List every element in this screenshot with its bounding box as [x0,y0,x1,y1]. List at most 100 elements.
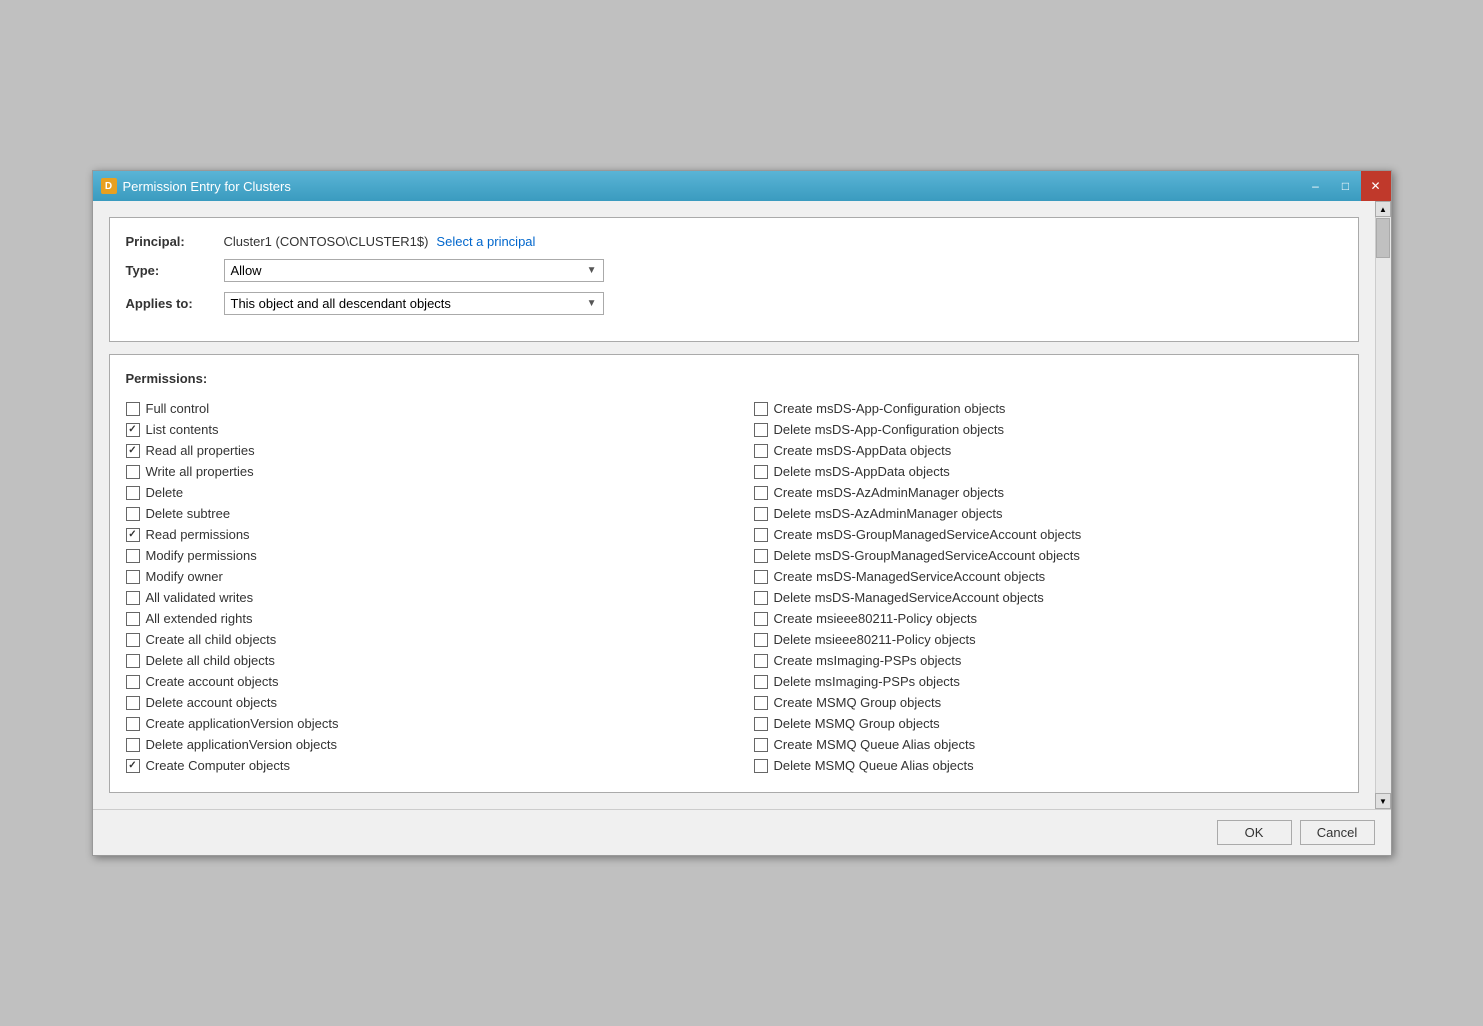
checkbox-delete-subtree[interactable] [126,507,140,521]
checkbox-row: Delete msDS-AzAdminManager objects [754,503,1342,524]
checkbox-label: Delete MSMQ Queue Alias objects [774,758,974,773]
checkbox-modify-permissions[interactable] [126,549,140,563]
checkbox-label: Delete msDS-GroupManagedServiceAccount o… [774,548,1080,563]
checkbox-all-extended-rights[interactable] [126,612,140,626]
checkbox-create-msimaging-psps-objects[interactable] [754,654,768,668]
permissions-label: Permissions: [126,371,1342,386]
checkbox-row: Delete msDS-App-Configuration objects [754,419,1342,440]
checkbox-create-msds-app-configuration-[interactable] [754,402,768,416]
checkbox-delete-msds-managedserviceacco[interactable] [754,591,768,605]
checkbox-label: All extended rights [146,611,253,626]
checkbox-all-validated-writes[interactable] [126,591,140,605]
checkbox-delete-applicationversion-objects[interactable] [126,738,140,752]
checkbox-delete-msds-groupmanagedservic[interactable] [754,549,768,563]
checkbox-create-account-objects[interactable] [126,675,140,689]
checkbox-row: Delete applicationVersion objects [126,734,714,755]
checkbox-create-msds-appdata-objects[interactable] [754,444,768,458]
checkbox-row: Delete MSMQ Queue Alias objects [754,755,1342,776]
checkbox-label: Create account objects [146,674,279,689]
checkbox-create-msds-azadminmanager-obj[interactable] [754,486,768,500]
checkbox-write-all-properties[interactable] [126,465,140,479]
checkbox-delete-all-child-objects[interactable] [126,654,140,668]
checkbox-delete-msmq-group-objects[interactable] [754,717,768,731]
checkbox-row: Modify permissions [126,545,714,566]
checkbox-delete-msimaging-psps-objects[interactable] [754,675,768,689]
type-dropdown[interactable]: Allow ▼ [224,259,604,282]
checkbox-label: Full control [146,401,210,416]
checkbox-create-applicationversion-objects[interactable] [126,717,140,731]
checkbox-label: Delete msDS-AppData objects [774,464,950,479]
checkbox-delete-msds-appdata-objects[interactable] [754,465,768,479]
permissions-section: Permissions: Full control List contents Re… [109,354,1359,793]
checkbox-delete-msieee80211-policy-obje[interactable] [754,633,768,647]
checkbox-list-contents[interactable] [126,423,140,437]
checkbox-row: Create msieee80211-Policy objects [754,608,1342,629]
checkbox-modify-owner[interactable] [126,570,140,584]
type-dropdown-chevron: ▼ [587,265,597,276]
checkbox-delete[interactable] [126,486,140,500]
applies-to-label: Applies to: [126,296,216,311]
checkbox-row: Delete msDS-GroupManagedServiceAccount o… [754,545,1342,566]
checkbox-label: List contents [146,422,219,437]
checkbox-label: Read all properties [146,443,255,458]
checkbox-create-all-child-objects[interactable] [126,633,140,647]
checkbox-row: Create msDS-GroupManagedServiceAccount o… [754,524,1342,545]
checkbox-row: Delete msDS-AppData objects [754,461,1342,482]
checkbox-delete-msds-app-configuration-[interactable] [754,423,768,437]
checkbox-label: Create msDS-GroupManagedServiceAccount o… [774,527,1082,542]
title-bar-controls: – □ ✕ [1301,171,1391,201]
checkbox-row: Delete all child objects [126,650,714,671]
checkbox-read-permissions[interactable] [126,528,140,542]
ok-button[interactable]: OK [1217,820,1292,845]
app-icon: D [101,178,117,194]
select-principal-link[interactable]: Select a principal [436,234,535,249]
checkbox-delete-msds-azadminmanager-obj[interactable] [754,507,768,521]
permissions-left-column: Full control List contents Read all proper… [126,398,714,776]
window-body: Principal: Cluster1 (CONTOSO\CLUSTER1$) … [93,201,1391,809]
checkbox-row: Create account objects [126,671,714,692]
checkbox-full-control[interactable] [126,402,140,416]
checkbox-label: Delete MSMQ Group objects [774,716,940,731]
checkbox-row: Delete MSMQ Group objects [754,713,1342,734]
checkbox-row: Create msDS-App-Configuration objects [754,398,1342,419]
scroll-down-arrow[interactable]: ▼ [1375,793,1391,809]
checkbox-label: Delete msDS-ManagedServiceAccount object… [774,590,1044,605]
checkbox-row: All validated writes [126,587,714,608]
checkbox-label: Delete subtree [146,506,231,521]
checkbox-label: Delete [146,485,184,500]
checkbox-label: Delete msImaging-PSPs objects [774,674,960,689]
applies-to-dropdown[interactable]: This object and all descendant objects ▼ [224,292,604,315]
checkbox-label: Delete applicationVersion objects [146,737,338,752]
checkbox-label: Read permissions [146,527,250,542]
checkbox-label: Modify owner [146,569,223,584]
checkbox-label: Create msDS-ManagedServiceAccount object… [774,569,1046,584]
checkbox-row: Create applicationVersion objects [126,713,714,734]
checkbox-create-msieee80211-policy-obje[interactable] [754,612,768,626]
checkbox-delete-account-objects[interactable] [126,696,140,710]
close-button[interactable]: ✕ [1361,171,1391,201]
checkbox-create-msmq-queue-alias-object[interactable] [754,738,768,752]
checkbox-row: Create all child objects [126,629,714,650]
checkbox-create-msds-managedserviceacco[interactable] [754,570,768,584]
cancel-button[interactable]: Cancel [1300,820,1375,845]
main-window: D Permission Entry for Clusters – □ ✕ Pr… [92,170,1392,856]
checkbox-row: Modify owner [126,566,714,587]
checkbox-row: Delete msieee80211-Policy objects [754,629,1342,650]
checkbox-label: Delete account objects [146,695,278,710]
maximize-button[interactable]: □ [1331,171,1361,201]
checkbox-read-all-properties[interactable] [126,444,140,458]
checkbox-row: Write all properties [126,461,714,482]
scrollbar-thumb[interactable] [1376,218,1390,258]
principal-label: Principal: [126,234,216,249]
checkbox-row: Create msImaging-PSPs objects [754,650,1342,671]
checkbox-create-msmq-group-objects[interactable] [754,696,768,710]
checkbox-delete-msmq-queue-alias-object[interactable] [754,759,768,773]
scroll-up-arrow[interactable]: ▲ [1375,201,1391,217]
checkbox-create-computer-objects[interactable] [126,759,140,773]
applies-to-row: Applies to: This object and all descenda… [126,292,1342,315]
checkbox-label: Create all child objects [146,632,277,647]
checkbox-label: Delete msDS-App-Configuration objects [774,422,1005,437]
checkbox-create-msds-groupmanagedservic[interactable] [754,528,768,542]
minimize-button[interactable]: – [1301,171,1331,201]
scrollbar-right[interactable]: ▲ ▼ [1375,201,1391,809]
